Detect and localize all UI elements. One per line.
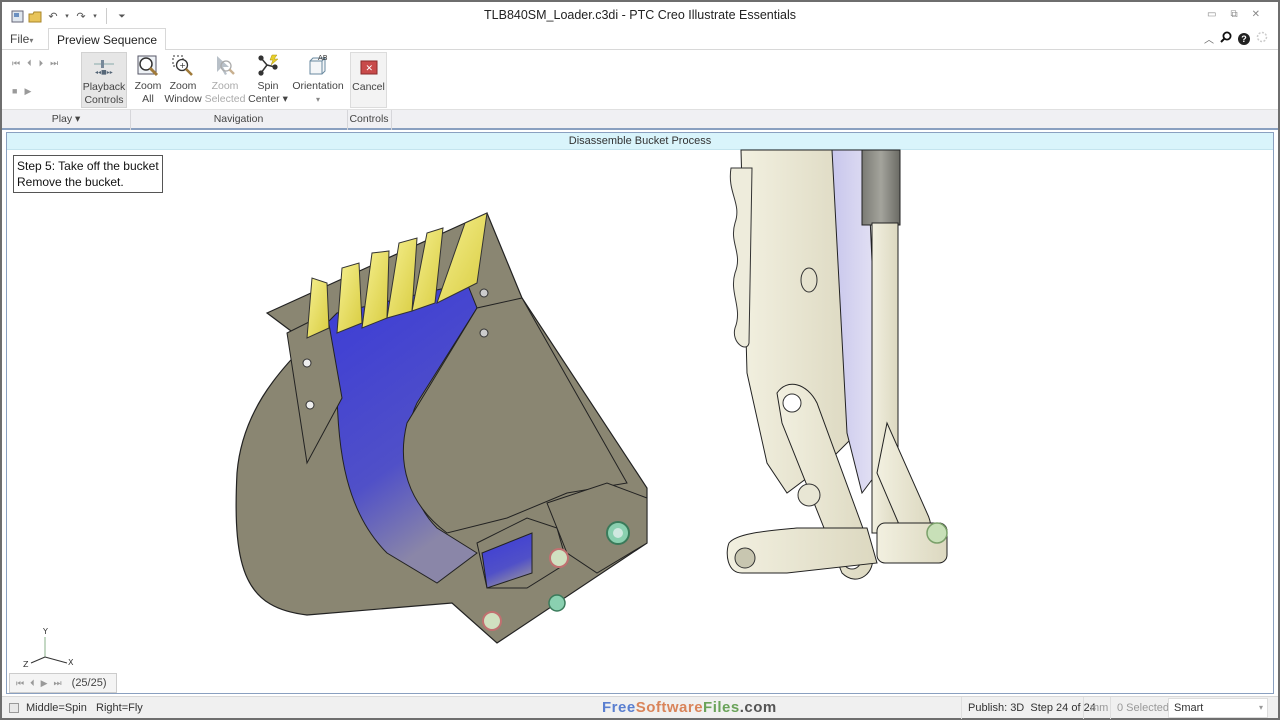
svg-text:◂◂■▸▸: ◂◂■▸▸ [95, 69, 113, 76]
search-icon[interactable] [1220, 31, 1232, 46]
play-icon[interactable]: ▶ [24, 86, 31, 97]
playback-controls-icon: ◂◂■▸▸ [91, 53, 117, 81]
prev-step-icon[interactable]: ⏴ [30, 678, 35, 689]
model-canvas[interactable] [7, 133, 1274, 694]
collapse-ribbon-icon[interactable]: ︿ [1204, 31, 1214, 46]
brand-part-1: Free [602, 699, 636, 716]
orientation-icon: AB [305, 52, 331, 80]
tab-preview-sequence[interactable]: Preview Sequence [48, 28, 167, 51]
orientation-label-1: Orientation [292, 80, 344, 92]
title-bar: ↶ ▾ ↷ ▾ ⏷ TLB840SM_Loader.c3di - PTC Cre… [2, 2, 1278, 28]
spin-center-icon [255, 52, 281, 80]
arm-model[interactable] [726, 149, 948, 580]
zoom-all-label-1: Zoom [134, 80, 162, 92]
selection-filter-dropdown[interactable]: Smart ▾ [1168, 698, 1268, 718]
step-title: Step 5: Take off the bucket [17, 159, 159, 173]
watermark-brand: FreeSoftwareFiles.com [602, 699, 777, 716]
ribbon-tab-row: File▾ Preview Sequence ︿ ? [2, 28, 1278, 51]
app-window: ↶ ▾ ↷ ▾ ⏷ TLB840SM_Loader.c3di - PTC Cre… [0, 0, 1280, 720]
group-play-label[interactable]: Play ▾ [2, 113, 130, 125]
next-step-icon[interactable]: ⏵ [39, 58, 44, 69]
step-callout: Step 5: Take off the bucket Remove the b… [13, 155, 163, 193]
zoom-window-button[interactable]: + Zoom Window [164, 52, 202, 108]
group-controls-label: Controls [349, 113, 389, 125]
spin-center-label-1: Spin [257, 80, 279, 92]
zoom-all-button[interactable]: Zoom All [132, 52, 164, 108]
brand-part-2: Software [635, 699, 704, 716]
publish-status: Publish: 3D Step 24 of 24 [961, 697, 1102, 719]
cancel-icon: ✕ [359, 53, 379, 81]
zoom-window-icon: + [171, 52, 195, 80]
tab-file-label: File [10, 32, 30, 46]
minimize-icon[interactable]: ▭ [1207, 9, 1216, 20]
zoom-window-label-2: Window [164, 93, 202, 105]
orientation-badge: AB [318, 54, 328, 62]
first-step-icon[interactable]: ⏮ [16, 678, 24, 689]
cancel-label: Cancel [352, 81, 385, 93]
status-bar: Middle=Spin Right=Fly FreeSoftwareFiles.… [2, 696, 1278, 719]
group-navigation-label: Navigation [213, 113, 264, 125]
window-title: TLB840SM_Loader.c3di - PTC Creo Illustra… [484, 8, 796, 22]
axis-z-label: Z [23, 660, 29, 669]
group-divider [391, 110, 392, 130]
help-icon[interactable]: ? [1238, 32, 1250, 45]
zoom-selected-button[interactable]: Zoom Selected [204, 52, 246, 108]
orientation-label-2: ▾ [315, 95, 320, 104]
tab-file[interactable]: File▾ [10, 32, 33, 46]
close-icon[interactable]: ✕ [1252, 9, 1260, 20]
stop-icon[interactable]: ■ [12, 86, 17, 97]
status-checkbox[interactable] [9, 703, 19, 713]
chevron-down-icon: ▾ [1258, 703, 1263, 712]
zoom-all-icon [136, 52, 160, 80]
axis-triad: Y X Z [23, 627, 83, 673]
selection-filter-value: Smart [1174, 702, 1204, 714]
svg-text:✕: ✕ [365, 64, 373, 74]
brand-part-4: .com [739, 699, 777, 716]
zoom-all-label-2: All [142, 93, 154, 105]
selection-count: 0 Selected [1110, 697, 1175, 719]
playback-controls-label-2: Controls [84, 94, 124, 106]
sequence-navigator: ⏮ ⏴ ▶ ⏭ (25/25) [9, 673, 117, 693]
chevron-down-icon: ▾ [29, 36, 34, 45]
spin-center-label-2: Center ▾ [248, 93, 288, 105]
first-step-icon[interactable]: ⏮ [12, 58, 20, 69]
window-controls: ▭ ⧉ ✕ [1207, 9, 1260, 20]
help-icons: ︿ ? [1204, 31, 1268, 46]
brand-part-3: Files [703, 699, 740, 716]
playback-mini-controls: ⏮ ⏴ ⏵ ⏭ [12, 58, 58, 69]
svg-text:+: + [179, 61, 186, 70]
axis-x-label: X [68, 658, 74, 667]
bucket-model[interactable] [235, 212, 648, 644]
prev-step-icon[interactable]: ⏴ [27, 58, 32, 69]
ribbon: ⏮ ⏴ ⏵ ⏭ ■ ▶ ◂◂■▸▸ Playback Controls Zoom… [2, 50, 1278, 110]
orientation-button[interactable]: AB Orientation ▾ [291, 52, 345, 108]
playback-mini-controls-row2: ■ ▶ [12, 86, 31, 97]
playback-controls-button[interactable]: ◂◂■▸▸ Playback Controls [81, 52, 127, 108]
spin-center-button[interactable]: Spin Center ▾ [247, 52, 289, 108]
3d-viewport[interactable]: Disassemble Bucket Process Step 5: Take … [6, 132, 1274, 694]
play-icon[interactable]: ▶ [41, 678, 48, 689]
settings-icon[interactable] [1256, 31, 1268, 46]
axis-y-label: Y [42, 627, 48, 636]
zoom-selected-icon [213, 52, 237, 80]
ribbon-group-labels: Play ▾ Navigation Controls [2, 110, 1278, 130]
mouse-hint: Middle=Spin Right=Fly [26, 702, 143, 714]
zoom-window-label-1: Zoom [169, 80, 197, 92]
restore-icon[interactable]: ⧉ [1230, 9, 1237, 20]
zoom-selected-label-2: Selected [204, 93, 246, 105]
zoom-selected-label-1: Zoom [211, 80, 239, 92]
last-step-icon[interactable]: ⏭ [50, 58, 58, 69]
cancel-button[interactable]: ✕ Cancel [350, 52, 387, 108]
playback-controls-label-1: Playback [82, 81, 126, 93]
step-description: Remove the bucket. [17, 175, 124, 189]
last-step-icon[interactable]: ⏭ [54, 678, 62, 689]
sequence-counter: (25/25) [71, 677, 107, 689]
